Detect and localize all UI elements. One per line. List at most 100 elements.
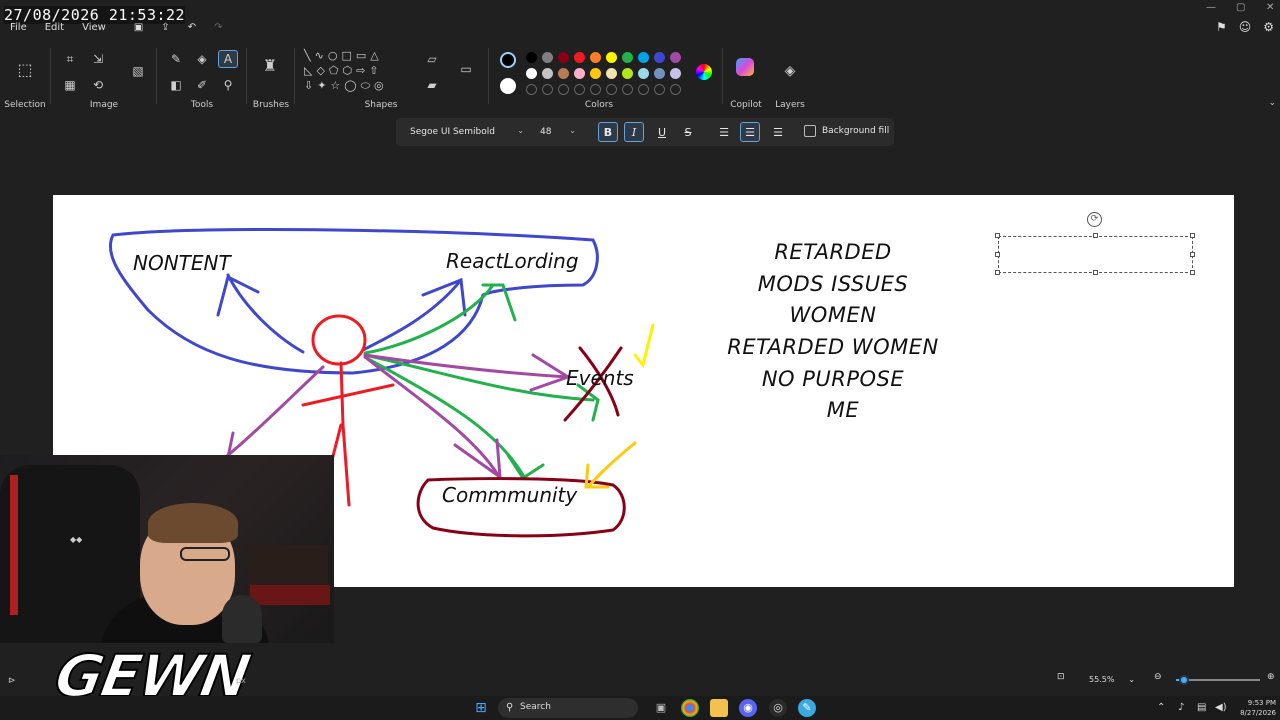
checkbox-icon[interactable] — [804, 125, 816, 137]
file-explorer-icon[interactable] — [710, 699, 728, 717]
color-swatch[interactable] — [638, 68, 649, 79]
color-swatch[interactable] — [558, 52, 569, 63]
edit-colors-icon[interactable] — [696, 64, 712, 80]
shape-fill-icon[interactable]: ▰ — [422, 76, 442, 94]
ribbon-collapse-icon[interactable]: ⌄ — [1268, 98, 1276, 108]
custom-color-slot[interactable] — [574, 84, 585, 95]
color-swatch[interactable] — [590, 52, 601, 63]
zoom-out-icon[interactable]: ⊖ — [1154, 672, 1162, 682]
outline-icon[interactable]: ▱ — [422, 50, 442, 68]
brush-icon[interactable]: ♜ — [260, 56, 280, 75]
custom-color-slot[interactable] — [638, 84, 649, 95]
color-swatch[interactable] — [638, 52, 649, 63]
pencil-icon[interactable]: ✎ — [166, 50, 186, 68]
close-icon[interactable]: ✕ — [1266, 2, 1274, 13]
custom-color-slot[interactable] — [558, 84, 569, 95]
shape-more-icon[interactable]: ▭ — [456, 60, 476, 78]
settings-icon[interactable]: ⚙ — [1263, 20, 1274, 34]
selection-icon[interactable]: ⬚ — [14, 58, 36, 80]
color-swatch[interactable] — [654, 52, 665, 63]
rotate-icon[interactable]: ⟲ — [88, 76, 108, 94]
feedback-icon[interactable]: ⚑ — [1216, 20, 1227, 34]
copilot-icon[interactable] — [736, 58, 754, 76]
menu-edit[interactable]: Edit — [45, 22, 64, 38]
custom-color-slot[interactable] — [526, 84, 537, 95]
task-view-icon[interactable]: ▣ — [652, 699, 670, 717]
color-swatch[interactable] — [622, 52, 633, 63]
custom-color-slot[interactable] — [606, 84, 617, 95]
resize-icon[interactable]: ⇲ — [88, 50, 108, 68]
discord-icon[interactable]: ◉ — [739, 699, 757, 717]
obs-icon[interactable]: ◎ — [769, 699, 787, 717]
color-swatch[interactable] — [590, 68, 601, 79]
account-icon[interactable]: ☺ — [1239, 20, 1252, 34]
fit-to-window-icon[interactable]: ⊡ — [1057, 672, 1065, 682]
color-swatch[interactable] — [542, 52, 553, 63]
taskbar-clock[interactable]: 9:53 PM 8/27/2026 — [1236, 698, 1276, 718]
taskbar-search[interactable]: Search — [498, 698, 638, 718]
color-swatch[interactable] — [526, 52, 537, 63]
shapes-gallery[interactable]: ╲∿○□▭△ ◺◇⬠⬡⇨⇧ ⇩✦☆◯⬭◎ — [304, 48, 408, 93]
menu-view[interactable]: View — [82, 22, 106, 38]
color-swatch[interactable] — [622, 68, 633, 79]
menu-file[interactable]: File — [10, 22, 27, 38]
color-swatch[interactable] — [558, 68, 569, 79]
microphone-icon[interactable]: ♪ — [1178, 702, 1184, 713]
maximize-icon[interactable]: ▢ — [1236, 2, 1245, 13]
rotate-handle-icon[interactable]: ⟳ — [1087, 212, 1102, 227]
resize-handle[interactable] — [995, 233, 1000, 238]
resize-handle[interactable] — [1190, 270, 1195, 275]
align-right-icon[interactable]: ☰ — [768, 122, 788, 142]
resize-handle[interactable] — [995, 252, 1000, 257]
color-swatch[interactable] — [606, 68, 617, 79]
resize-handle[interactable] — [995, 270, 1000, 275]
start-icon[interactable]: ⊞ — [472, 699, 490, 717]
zoom-slider-knob[interactable] — [1179, 675, 1189, 685]
eraser-icon[interactable]: ◧ — [166, 76, 186, 94]
custom-color-slot[interactable] — [590, 84, 601, 95]
color-swatch[interactable] — [574, 68, 585, 79]
color-swatch[interactable] — [670, 68, 681, 79]
custom-color-slot[interactable] — [622, 84, 633, 95]
image-select-icon[interactable]: ▦ — [60, 76, 80, 94]
tray-overflow-icon[interactable]: ⌃ — [1157, 702, 1165, 713]
zoom-in-icon[interactable]: ⊕ — [1267, 672, 1275, 682]
custom-color-slot[interactable] — [654, 84, 665, 95]
color-swatch[interactable] — [574, 52, 585, 63]
color-swatch[interactable] — [670, 52, 681, 63]
bold-button[interactable]: B — [598, 122, 618, 142]
magnifier-icon[interactable]: ⚲ — [218, 76, 238, 94]
text-tool-icon[interactable]: A — [218, 50, 238, 68]
color-swatch[interactable] — [606, 52, 617, 63]
color-swatch[interactable] — [526, 68, 537, 79]
layers-icon[interactable]: ◈ — [780, 62, 800, 80]
resize-handle[interactable] — [1190, 233, 1195, 238]
undo-icon[interactable]: ↶ — [188, 22, 196, 38]
color-swatch[interactable] — [654, 68, 665, 79]
font-size-dropdown[interactable]: 48 ⌄ — [534, 122, 580, 142]
background-removal-icon[interactable]: ▧ — [128, 62, 148, 80]
resize-handle[interactable] — [1093, 233, 1098, 238]
custom-color-slot[interactable] — [542, 84, 553, 95]
text-selection-box[interactable] — [998, 236, 1193, 273]
crop-icon[interactable]: ⌗ — [60, 50, 80, 68]
resize-handle[interactable] — [1190, 252, 1195, 257]
background-fill-toggle[interactable]: Background fill — [804, 125, 889, 137]
redo-icon[interactable]: ↷ — [214, 22, 222, 38]
paint-icon[interactable]: ✎ — [798, 699, 816, 717]
strikethrough-button[interactable]: S — [678, 122, 698, 142]
font-family-dropdown[interactable]: Segoe UI Semibold ⌄ — [404, 122, 528, 142]
align-left-icon[interactable]: ☰ — [714, 122, 734, 142]
chrome-icon[interactable] — [681, 699, 699, 717]
color-swatch[interactable] — [542, 68, 553, 79]
color-picker-icon[interactable]: ✐ — [192, 76, 212, 94]
underline-button[interactable]: U — [652, 122, 672, 142]
align-center-icon[interactable]: ☰ — [740, 122, 760, 142]
custom-color-slot[interactable] — [670, 84, 681, 95]
fill-icon[interactable]: ◈ — [192, 50, 212, 68]
minimize-icon[interactable]: — — [1206, 2, 1216, 13]
italic-button[interactable]: I — [624, 122, 644, 142]
zoom-dropdown[interactable]: 55.5% ⌄ — [1083, 672, 1141, 688]
resize-handle[interactable] — [1093, 270, 1098, 275]
network-icon[interactable]: ▤ — [1197, 702, 1206, 713]
